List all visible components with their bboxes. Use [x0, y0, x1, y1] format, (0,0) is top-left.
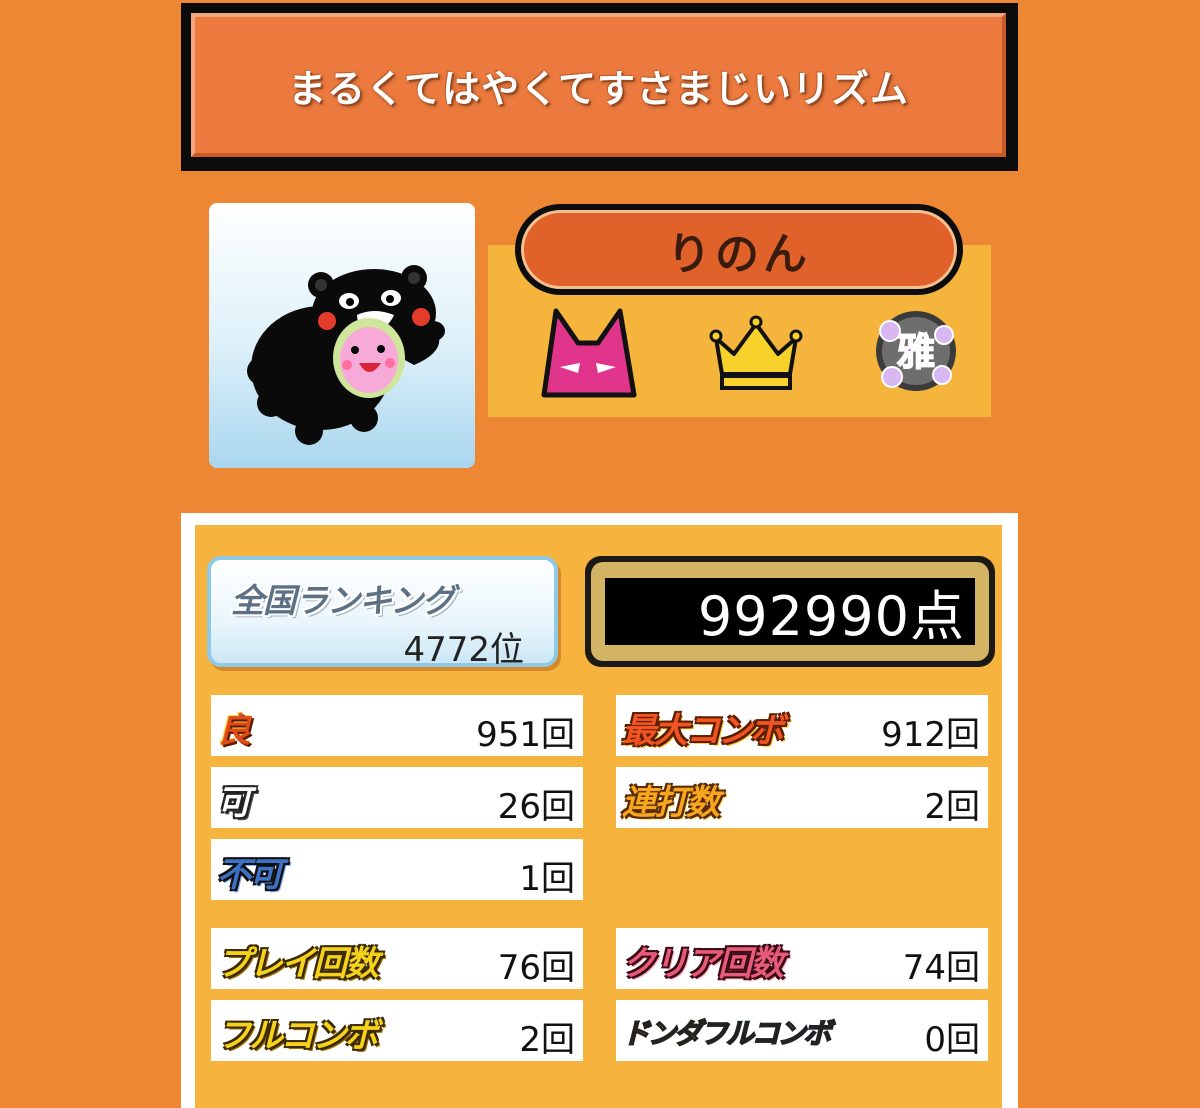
national-ranking-label: 全国ランキング [231, 581, 455, 620]
national-ranking-box: 全国ランキング 4772位 [207, 556, 558, 670]
stat-label-full-combo: フルコンボ [217, 1016, 378, 1056]
stat-value-renda: 2回 [924, 787, 980, 827]
stat-row-fuka: 不可 1回 [211, 839, 583, 900]
stat-value-ka: 26回 [497, 787, 575, 827]
player-name-plate: りのん [515, 204, 963, 295]
stat-row-donda-full-combo: ドンダフルコンボ 0回 [616, 1000, 988, 1061]
stat-label-play-count: プレイ回数 [217, 944, 379, 984]
stat-value-full-combo: 2回 [519, 1020, 575, 1060]
stat-value-donda-full-combo: 0回 [924, 1020, 980, 1060]
song-title-plate: まるくてはやくてすさまじいリズム [191, 13, 1006, 157]
stat-label-ka: 可 [217, 783, 251, 823]
player-name: りのん [667, 228, 811, 280]
stat-label-clear-count: クリア回数 [622, 944, 784, 984]
stat-row-ryo: 良 951回 [211, 695, 583, 756]
stat-row-renda: 連打数 2回 [616, 767, 988, 828]
oni-difficulty-icon [538, 305, 638, 400]
stat-value-fuka: 1回 [519, 859, 575, 899]
player-avatar [209, 203, 475, 468]
stat-row-ka: 可 26回 [211, 767, 583, 828]
stat-label-donda-full-combo: ドンダフルコンボ [621, 1012, 832, 1052]
stat-label-max-combo: 最大コンボ [622, 711, 784, 751]
stat-label-ryo: 良 [217, 711, 251, 751]
stat-row-clear-count: クリア回数 74回 [616, 928, 988, 989]
player-name-plate-inner: りのん [521, 210, 957, 289]
stat-value-ryo: 951回 [476, 715, 575, 755]
stat-label-fuka: 不可 [217, 855, 283, 895]
score-value: 992990点 [697, 585, 965, 648]
crown-icon [708, 312, 808, 407]
stat-value-max-combo: 912回 [881, 715, 980, 755]
stat-value-clear-count: 74回 [902, 948, 980, 988]
stat-label-renda: 連打数 [622, 783, 720, 823]
kumamon-don-icon [247, 265, 445, 445]
stat-row-max-combo: 最大コンボ 912回 [616, 695, 988, 756]
score-display: 992990点 [605, 578, 975, 648]
national-ranking-value: 4772位 [403, 630, 524, 670]
stat-value-play-count: 76回 [497, 948, 575, 988]
song-title-banner: まるくてはやくてすさまじいリズム [181, 3, 1018, 171]
score-box: 992990点 [585, 556, 995, 667]
stat-row-play-count: プレイ回数 76回 [211, 928, 583, 989]
svg-text:雅: 雅 [897, 330, 935, 374]
stat-row-full-combo: フルコンボ 2回 [211, 1000, 583, 1061]
song-title: まるくてはやくてすさまじいリズム [288, 66, 909, 111]
miyabi-rank-icon: 雅 [868, 305, 968, 400]
